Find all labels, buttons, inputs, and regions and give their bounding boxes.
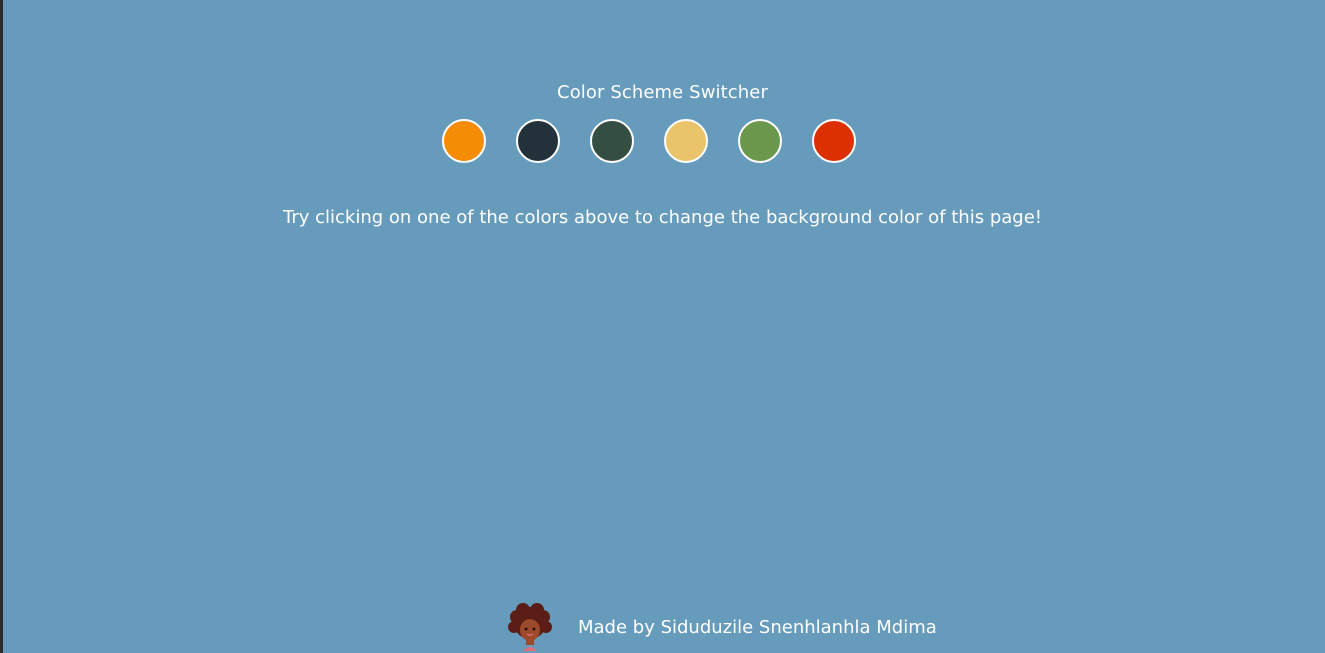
instruction-text: Try clicking on one of the colors above … (283, 207, 1042, 228)
color-swatch-sand[interactable] (664, 119, 708, 163)
color-swatch-charcoal[interactable] (516, 119, 560, 163)
footer: Made by Siduduzile Snenhlanhla Mdima (506, 603, 937, 651)
color-swatch-green[interactable] (738, 119, 782, 163)
color-swatch-orange[interactable] (442, 119, 486, 163)
color-swatch-list (442, 119, 856, 163)
color-swatch-dark-green[interactable] (590, 119, 634, 163)
color-swatch-red[interactable] (812, 119, 856, 163)
credit-text: Made by Siduduzile Snenhlanhla Mdima (578, 616, 937, 638)
girl-avatar-icon (508, 603, 552, 651)
page-title: Color Scheme Switcher (557, 82, 768, 104)
